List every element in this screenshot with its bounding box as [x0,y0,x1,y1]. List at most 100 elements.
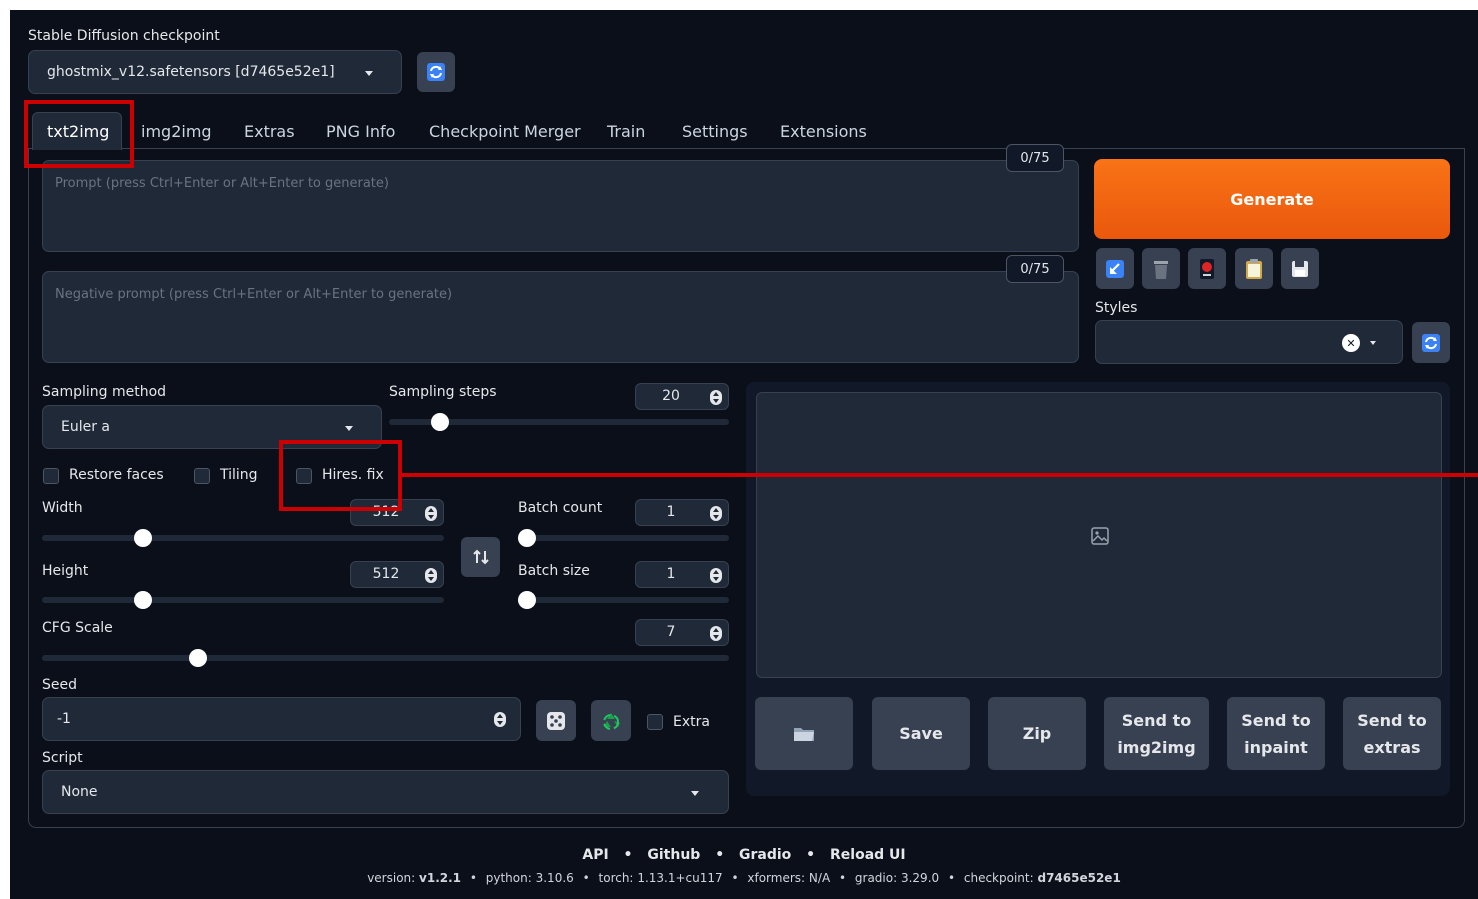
batch-count-slider[interactable] [518,529,729,547]
zip-button[interactable]: Zip [988,697,1086,770]
styles-refresh-button[interactable] [1412,322,1450,363]
slider-thumb[interactable] [518,529,536,547]
tab-extensions[interactable]: Extensions [780,122,867,141]
tab-png-info[interactable]: PNG Info [326,122,395,141]
footer-versions: version: v1.2.1 • python: 3.10.6 • torch… [10,871,1478,885]
tiling-label: Tiling [220,467,258,483]
sampling-method-label: Sampling method [42,384,167,400]
sampling-steps-input[interactable]: 20 [635,383,729,410]
footer-separator: • [582,871,590,885]
cfg-scale-input[interactable]: 7 [635,619,729,646]
version-value: v1.2.1 [419,871,462,885]
highlight-pointer-line [402,473,1478,477]
save-style-button[interactable] [1281,248,1319,289]
restore-faces-label: Restore faces [69,467,164,483]
prompt-placeholder: Prompt (press Ctrl+Enter or Alt+Enter to… [55,176,389,191]
footer-separator: • [947,871,956,885]
slider-track [518,597,729,603]
restore-faces-checkbox[interactable] [43,468,59,484]
height-value: 512 [372,566,400,582]
prompt-input[interactable]: Prompt (press Ctrl+Enter or Alt+Enter to… [42,160,1079,252]
sampling-steps-slider[interactable] [389,413,729,431]
footer-separator: • [838,871,847,885]
stepper-icon [425,506,437,521]
tab-train[interactable]: Train [607,122,645,141]
xformers-value: N/A [808,871,831,885]
reuse-seed-button[interactable] [591,700,631,741]
height-input[interactable]: 512 [350,561,444,588]
slider-track [42,535,444,541]
slider-thumb[interactable] [134,529,153,547]
gradio-value: 3.29.0 [900,871,940,885]
open-folder-button[interactable] [755,697,853,770]
footer-link-gradio[interactable]: Gradio [739,847,791,863]
seed-input[interactable]: -1 [42,697,521,741]
paste-params-button[interactable] [1096,248,1134,289]
height-label: Height [42,563,89,579]
batch-size-input[interactable]: 1 [635,561,729,588]
negative-prompt-input[interactable]: Negative prompt (press Ctrl+Enter or Alt… [42,271,1079,363]
send-to-extras-button[interactable]: Send to extras [1343,697,1441,770]
height-slider[interactable] [42,591,444,609]
stepper-icon [710,390,722,405]
slider-track [42,597,444,603]
folder-icon [794,727,814,741]
send-to-img2img-button[interactable]: Send to img2img [1104,697,1209,770]
output-gallery [756,392,1442,678]
tab-settings[interactable]: Settings [682,122,748,141]
footer-link-api[interactable]: API [582,847,608,863]
xformers-key: xformers: [747,871,806,885]
slider-thumb[interactable] [134,591,153,609]
send-to-inpaint-line1: Send to [1241,710,1311,730]
tab-extras[interactable]: Extras [244,122,295,141]
tab-checkpoint-merger[interactable]: Checkpoint Merger [429,122,581,141]
styles-dropdown[interactable]: ✕ [1095,320,1403,364]
slider-thumb[interactable] [430,413,449,431]
send-to-extras-line1: Send to [1357,710,1427,730]
footer-link-reload-ui[interactable]: Reload UI [830,847,906,863]
clear-prompt-button[interactable] [1142,248,1180,289]
python-value: 3.10.6 [535,871,574,885]
red-card-icon [1200,258,1214,279]
sampling-method-value: Euler a [61,419,111,435]
script-dropdown[interactable]: None [42,770,729,814]
batch-size-slider[interactable] [518,591,729,609]
send-to-inpaint-button[interactable]: Send to inpaint [1227,697,1325,770]
tab-img2img[interactable]: img2img [141,122,212,141]
stepper-icon [710,506,722,521]
checkpoint-refresh-button[interactable] [417,52,455,92]
seed-extra-checkbox[interactable] [647,714,663,730]
footer-separator: • [715,847,725,863]
cfg-scale-slider[interactable] [42,649,729,667]
image-icon [1091,527,1109,545]
floppy-icon [1292,260,1308,277]
footer-link-github[interactable]: Github [647,847,700,863]
slider-thumb[interactable] [189,649,208,667]
generate-button[interactable]: Generate [1094,159,1450,239]
checkpoint-dropdown[interactable]: ghostmix_v12.safetensors [d7465e52e1] [28,50,402,94]
recycle-icon [603,712,620,730]
clear-styles-icon[interactable]: ✕ [1342,334,1360,352]
slider-track [42,655,729,661]
random-seed-button[interactable] [536,700,576,741]
stepper-icon [710,626,722,641]
chevron-down-icon [345,426,353,431]
highlight-box-txt2img [24,100,134,168]
styles-label: Styles [1095,300,1138,316]
python-key: python: [485,871,532,885]
checkpoint-value: ghostmix_v12.safetensors [d7465e52e1] [47,64,335,80]
stepper-icon [425,568,437,583]
apply-styles-button[interactable] [1235,248,1273,289]
extra-networks-button[interactable] [1188,248,1226,289]
send-to-inpaint-line2: inpaint [1244,737,1308,757]
width-slider[interactable] [42,529,444,547]
batch-count-input[interactable]: 1 [635,499,729,526]
torch-key: torch: [598,871,634,885]
slider-thumb[interactable] [518,591,536,609]
tiling-checkbox[interactable] [194,468,210,484]
footer-links: API • Github • Gradio • Reload UI [10,847,1478,863]
save-image-button[interactable]: Save [872,697,970,770]
swap-dimensions-button[interactable] [461,537,500,577]
trash-icon [1154,260,1168,279]
script-label: Script [42,750,83,766]
